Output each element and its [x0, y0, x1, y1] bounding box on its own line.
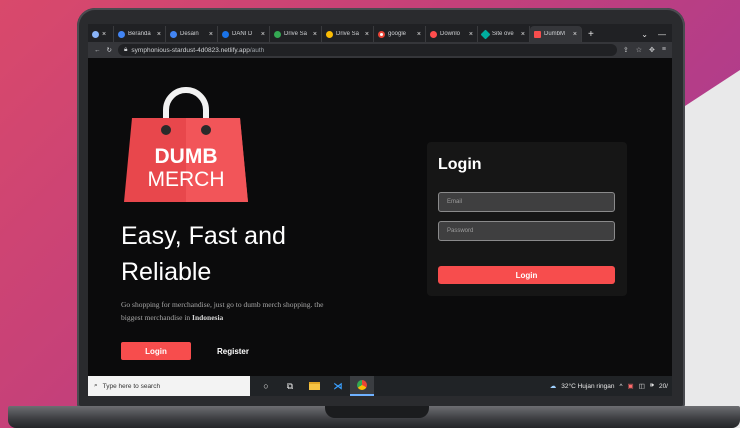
- speaker-icon[interactable]: 🕪︎: [650, 382, 654, 390]
- address-bar-actions: ⇪ ☆ ✥ ≡: [623, 46, 666, 54]
- browser-tab[interactable]: Site ove ×: [478, 26, 530, 42]
- lock-icon: 🔒︎: [123, 46, 128, 53]
- tab-favicon-icon: [430, 30, 437, 38]
- tab-title: Downlo: [440, 31, 461, 37]
- search-icon: ⌕: [94, 382, 98, 389]
- laptop-screen: × Beranda × Desain × DANI D × Drive Sa ×…: [88, 24, 672, 396]
- email-field[interactable]: Email: [438, 192, 615, 212]
- url-input[interactable]: 🔒︎ symphonious-stardust-4d0823.netlify.a…: [117, 44, 617, 56]
- cortana-icon[interactable]: ○: [254, 376, 278, 396]
- tab-favicon-icon: [222, 30, 229, 38]
- taskbar-search-input[interactable]: ⌕ Type here to search: [88, 376, 250, 396]
- tab-favicon-icon: [326, 30, 333, 38]
- clock[interactable]: 20/: [659, 383, 668, 390]
- login-submit-button[interactable]: Login: [438, 266, 615, 284]
- weather-icon: ☁: [549, 383, 557, 390]
- weather-text[interactable]: 32°C Hujan ringan: [561, 383, 614, 390]
- tray-app-icon[interactable]: ▣: [628, 382, 634, 390]
- chevron-up-icon[interactable]: ^: [619, 383, 622, 390]
- url-path: /auth: [249, 46, 265, 54]
- browser-tab[interactable]: Downlo ×: [426, 26, 478, 42]
- page-content: DUMB MERCH Easy, Fast and Reliable Go sh…: [88, 58, 672, 376]
- chrome-icon[interactable]: [350, 376, 374, 396]
- tab-close-icon[interactable]: ×: [521, 31, 525, 38]
- tab-favicon-icon: [534, 30, 541, 38]
- tab-title: Site ove: [492, 31, 514, 37]
- file-explorer-icon[interactable]: [302, 376, 326, 396]
- login-card-title: Login: [438, 156, 482, 173]
- tab-close-icon[interactable]: ×: [365, 31, 369, 38]
- browser-tab-active[interactable]: DumbM ×: [530, 26, 582, 42]
- tab-title: DumbM: [544, 31, 566, 37]
- network-icon[interactable]: ◫: [639, 382, 645, 390]
- tab-close-icon[interactable]: ×: [102, 31, 106, 38]
- tab-close-icon[interactable]: ×: [261, 31, 265, 38]
- share-icon[interactable]: ⇪: [623, 46, 629, 54]
- tab-close-icon[interactable]: ×: [209, 31, 213, 38]
- chevron-down-icon[interactable]: ⌄: [641, 30, 648, 39]
- browser-tab[interactable]: DANI D ×: [218, 26, 270, 42]
- tab-close-icon[interactable]: ×: [469, 31, 473, 38]
- tab-title: Beranda: [128, 31, 151, 37]
- tab-close-icon[interactable]: ×: [313, 31, 317, 38]
- window-controls: ⌄ —: [641, 26, 672, 42]
- extensions-icon[interactable]: ✥: [649, 46, 655, 54]
- tab-title: Drive Sa: [284, 31, 308, 37]
- logo-line1: DUMB: [155, 145, 218, 168]
- browser-tab[interactable]: ×: [88, 26, 114, 42]
- tab-favicon-icon: [274, 30, 281, 38]
- browser-tab[interactable]: google ×: [374, 26, 426, 42]
- bookmark-star-icon[interactable]: ☆: [636, 46, 642, 54]
- url-domain: symphonious-stardust-4d0823.netlify.app: [131, 46, 250, 54]
- browser-tab[interactable]: Beranda ×: [114, 26, 166, 42]
- tab-close-icon[interactable]: ×: [417, 31, 421, 38]
- register-button[interactable]: Register: [208, 342, 258, 360]
- tab-close-icon[interactable]: ×: [573, 31, 577, 38]
- taskbar-apps: ○ ⧉ ⋊: [254, 376, 374, 396]
- system-tray: ☁ 32°C Hujan ringan ^ ▣ ◫ 🕪︎ 20/: [550, 382, 672, 390]
- new-tab-button[interactable]: +: [582, 26, 600, 42]
- browser-tab-strip: × Beranda × Desain × DANI D × Drive Sa ×…: [88, 24, 672, 42]
- login-button[interactable]: Login: [121, 342, 191, 360]
- browser-tab[interactable]: Drive Sa ×: [322, 26, 374, 42]
- vscode-icon[interactable]: ⋊: [326, 376, 350, 396]
- tab-favicon-icon: [480, 29, 491, 39]
- reload-icon[interactable]: ↻: [107, 46, 112, 54]
- task-view-icon[interactable]: ⧉: [278, 376, 302, 396]
- tab-favicon-icon: [92, 30, 99, 38]
- logo-line2: MERCH: [148, 168, 225, 191]
- minimize-icon[interactable]: —: [658, 30, 666, 39]
- address-bar: ← ↻ 🔒︎ symphonious-stardust-4d0823.netli…: [88, 42, 672, 58]
- dumbmerch-logo: DUMB MERCH: [124, 87, 248, 202]
- reading-list-icon[interactable]: ≡: [662, 46, 666, 54]
- tab-close-icon[interactable]: ×: [157, 31, 161, 38]
- tab-title: Drive Sa: [336, 31, 360, 37]
- tab-title: DANI D: [232, 31, 253, 37]
- tab-favicon-icon: [118, 30, 125, 38]
- login-card: Login Email Password Login: [427, 142, 627, 296]
- hero-subtitle-bold: Indonesia: [192, 313, 224, 322]
- laptop-base-notch: [325, 406, 429, 418]
- browser-tab[interactable]: Desain ×: [166, 26, 218, 42]
- password-field[interactable]: Password: [438, 221, 615, 241]
- hero-subtitle: Go shopping for merchandise, just go to …: [121, 298, 326, 324]
- taskbar-search-placeholder: Type here to search: [102, 382, 161, 390]
- browser-tab[interactable]: Drive Sa ×: [270, 26, 322, 42]
- hero-title: Easy, Fast and Reliable: [121, 222, 286, 286]
- tab-favicon-icon: [170, 30, 177, 38]
- tab-title: Desain: [180, 31, 199, 37]
- windows-taskbar: ⌕ Type here to search ○ ⧉ ⋊ ☁ 32°C Hujan…: [88, 376, 672, 396]
- back-icon[interactable]: ←: [94, 47, 101, 54]
- tab-title: google: [388, 31, 407, 37]
- tab-favicon-icon: [378, 30, 385, 38]
